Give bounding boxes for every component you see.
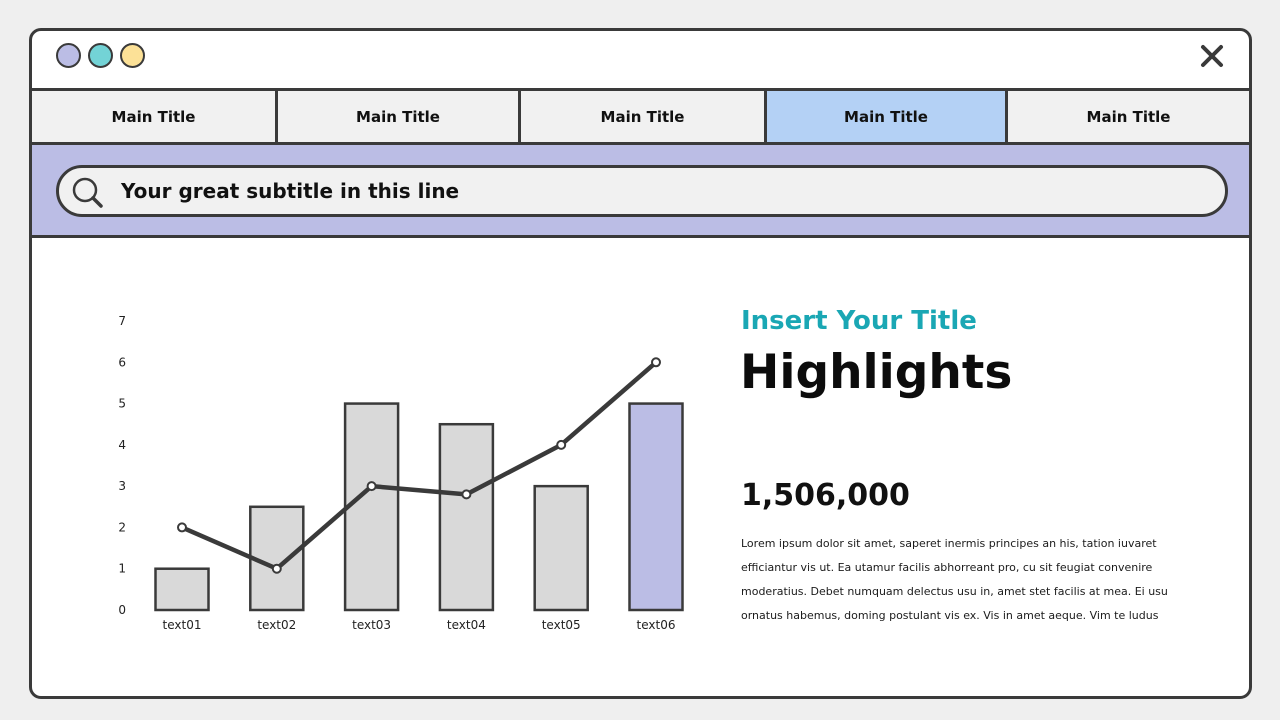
y-tick-label-0: 0 — [118, 603, 126, 617]
y-tick-label-4: 4 — [118, 438, 126, 452]
y-tick-label-3: 3 — [118, 479, 126, 493]
title-bar — [32, 31, 1249, 88]
line-point-text04 — [461, 489, 472, 500]
search-icon[interactable] — [71, 176, 105, 210]
close-icon[interactable] — [1197, 41, 1227, 71]
line-point-text01 — [177, 522, 187, 533]
x-tick-label-text05: text05 — [542, 618, 581, 632]
panel-kicker: Insert Your Title — [741, 306, 977, 336]
tab-2[interactable]: Main Title — [278, 91, 521, 142]
search-band: Your great subtitle in this line — [32, 145, 1249, 238]
panel-headline: Highlights — [740, 345, 1013, 400]
search-bar[interactable]: Your great subtitle in this line — [56, 165, 1228, 217]
tab-5[interactable]: Main Title — [1008, 91, 1249, 142]
app-window: Main Title Main Title Main Title Main Ti… — [29, 28, 1252, 699]
bar-text03 — [343, 402, 400, 612]
panel-body-text: Lorem ipsum dolor sit amet, saperet iner… — [741, 537, 1168, 622]
x-tick-label-text04: text04 — [447, 618, 486, 632]
tab-1[interactable]: Main Title — [32, 91, 278, 142]
bar-text05 — [533, 484, 589, 612]
bar-line-chart: 0 1 2 3 4 5 6 7 text01 text02 text03 text04 text05 te… — [118, 314, 684, 632]
tab-bar: Main Title Main Title Main Title Main Ti… — [32, 88, 1249, 145]
window-dot-purple[interactable] — [56, 43, 81, 68]
y-tick-label-2: 2 — [118, 520, 126, 534]
y-tick-label-7: 7 — [118, 314, 126, 328]
line-point-text05 — [556, 439, 567, 450]
line-point-text06 — [651, 357, 661, 368]
y-tick-label-5: 5 — [118, 397, 126, 411]
line-point-text03 — [366, 481, 377, 492]
bar-text06 — [628, 402, 684, 612]
x-tick-label-text06: text06 — [637, 618, 676, 632]
x-tick-label-text02: text02 — [257, 618, 296, 632]
window-dot-yellow[interactable] — [120, 43, 145, 68]
x-tick-label-text01: text01 — [163, 618, 202, 632]
y-tick-label-6: 6 — [118, 355, 126, 369]
highlight-number: 1,506,000 — [741, 478, 910, 513]
x-tick-label-text03: text03 — [352, 618, 391, 632]
y-tick-label-1: 1 — [118, 562, 126, 576]
bar-text01 — [154, 567, 210, 612]
tab-4-active[interactable]: Main Title — [767, 91, 1008, 142]
line-point-text02 — [271, 563, 282, 574]
bar-text04 — [438, 422, 495, 612]
search-text[interactable]: Your great subtitle in this line — [121, 179, 459, 203]
tab-3[interactable]: Main Title — [521, 91, 767, 142]
window-dot-teal[interactable] — [88, 43, 113, 68]
